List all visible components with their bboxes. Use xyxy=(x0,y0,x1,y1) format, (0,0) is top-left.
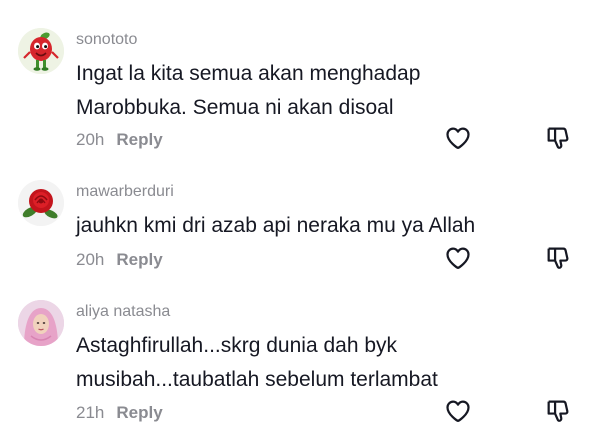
comment-time: 20h xyxy=(76,130,105,149)
avatar[interactable] xyxy=(18,300,64,346)
thumbs-down-icon[interactable] xyxy=(544,124,572,152)
heart-icon[interactable] xyxy=(444,124,472,152)
comment-time: 20h xyxy=(76,250,105,269)
comment-username[interactable]: sonototo xyxy=(76,31,137,49)
comment-item: sonototo Ingat la kita semua akan mengha… xyxy=(0,0,590,160)
comment-text: Ingat la kita semua akan menghadap Marob… xyxy=(76,62,421,119)
reply-button[interactable]: Reply xyxy=(116,130,162,149)
reply-button[interactable]: Reply xyxy=(116,403,162,422)
heart-icon[interactable] xyxy=(444,244,472,272)
heart-icon[interactable] xyxy=(444,397,472,425)
comment-item: aliya natasha Astaghfirullah...skrg duni… xyxy=(0,290,590,427)
comment-meta: 21h Reply xyxy=(76,403,163,423)
thumbs-down-icon[interactable] xyxy=(544,397,572,425)
avatar[interactable] xyxy=(18,180,64,226)
comment-time: 21h xyxy=(76,403,105,422)
thumbs-down-icon[interactable] xyxy=(544,244,572,272)
comment-meta: 20h Reply xyxy=(76,130,163,150)
avatar[interactable] xyxy=(18,28,64,74)
comment-item: mawarberduri jauhkn kmi dri azab api ner… xyxy=(0,160,590,290)
comment-username[interactable]: aliya natasha xyxy=(76,303,170,321)
comment-text: Astaghfirullah...skrg dunia dah byk musi… xyxy=(76,334,438,391)
reply-button[interactable]: Reply xyxy=(116,250,162,269)
comment-text: jauhkn kmi dri azab api neraka mu ya All… xyxy=(76,214,476,237)
comment-username[interactable]: mawarberduri xyxy=(76,183,174,201)
comment-meta: 20h Reply xyxy=(76,250,163,270)
